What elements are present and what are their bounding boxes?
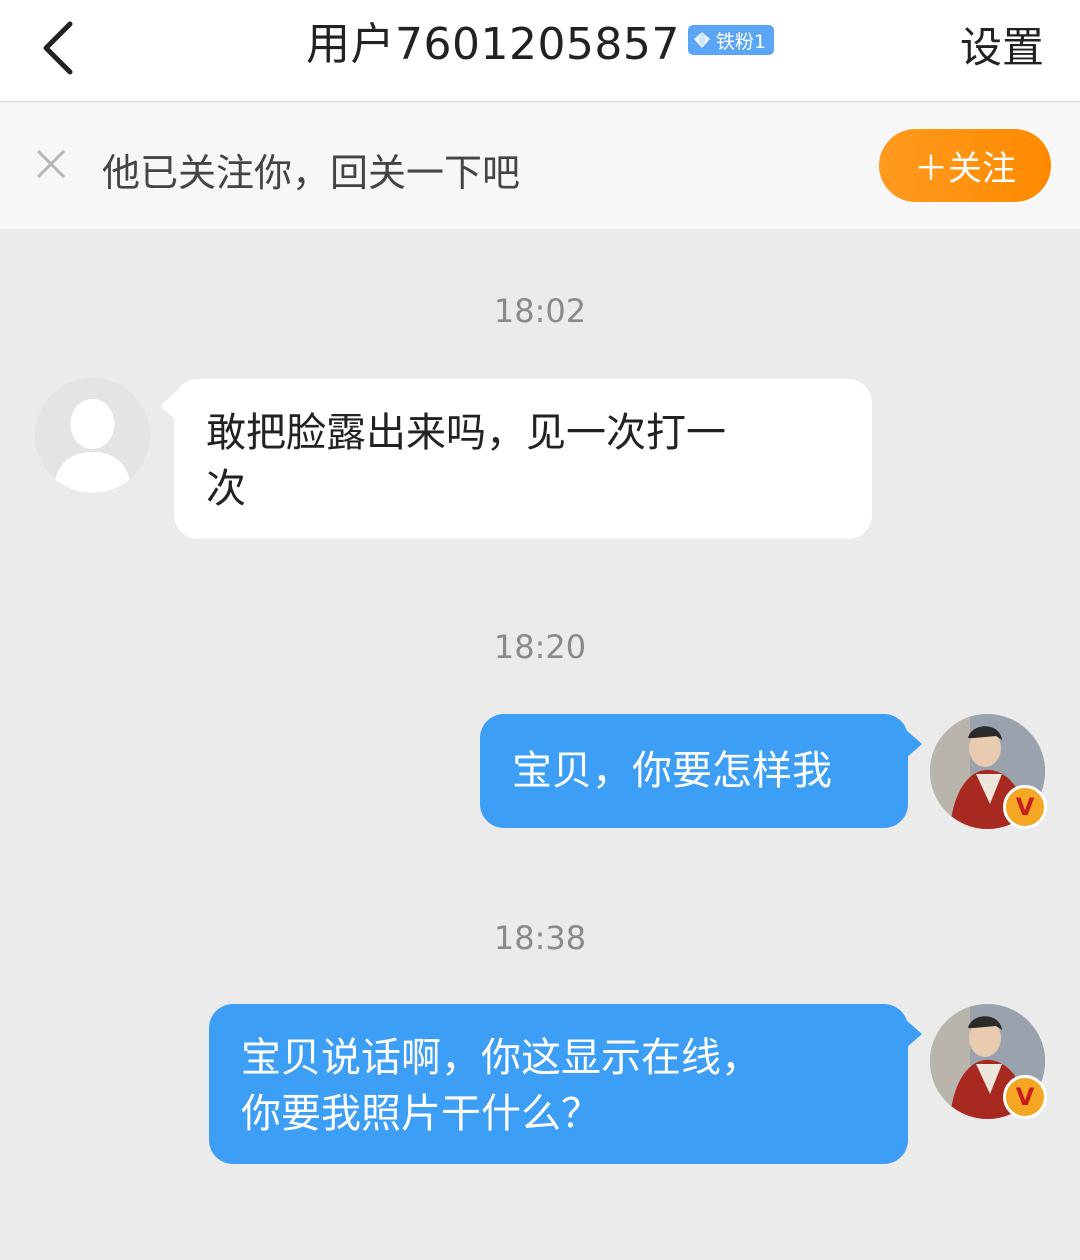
diamond-icon xyxy=(693,32,710,48)
follow-back-text: 他已关注你，回关一下吧 xyxy=(102,151,521,195)
top-nav-bar: 用户7601205857 铁粉1 设置 xyxy=(0,0,1080,102)
chat-title[interactable]: 用户7601205857 xyxy=(306,8,680,72)
dismiss-prompt-button[interactable] xyxy=(34,147,68,181)
message-line: 次 xyxy=(206,466,246,512)
default-avatar-icon xyxy=(35,378,150,493)
bubble-tail xyxy=(906,730,922,758)
my-avatar[interactable]: V xyxy=(930,1004,1047,1119)
follow-button[interactable]: ＋关注 xyxy=(879,129,1051,202)
message-timestamp: 18:02 xyxy=(493,292,587,330)
verified-v-icon: V xyxy=(1003,785,1047,829)
title-group: 用户7601205857 铁粉1 xyxy=(0,0,1080,80)
message-bubble-outgoing[interactable]: 宝贝说话啊，你这显示在线， 你要我照片干什么？ xyxy=(209,1004,908,1164)
message-line: 宝贝，你要怎样我 xyxy=(512,748,832,794)
fan-level-badge[interactable]: 铁粉1 xyxy=(687,25,775,55)
fan-badge-label: 铁粉1 xyxy=(715,30,767,53)
message-line: 宝贝说话啊，你这显示在线， xyxy=(241,1035,761,1081)
verified-v-icon: V xyxy=(1003,1075,1047,1119)
message-line: 敢把脸露出来吗，见一次打一 xyxy=(206,410,726,456)
settings-button[interactable]: 设置 xyxy=(960,14,1044,75)
my-avatar[interactable]: V xyxy=(930,714,1047,829)
close-icon xyxy=(36,149,66,179)
message-line: 你要我照片干什么？ xyxy=(241,1091,601,1137)
message-bubble-outgoing[interactable]: 宝贝，你要怎样我 xyxy=(480,714,908,828)
message-timestamp: 18:38 xyxy=(493,919,587,957)
message-bubble-incoming[interactable]: 敢把脸露出来吗，见一次打一 次 xyxy=(174,379,872,539)
message-timestamp: 18:20 xyxy=(493,628,587,666)
sender-avatar[interactable] xyxy=(35,378,150,493)
bubble-tail xyxy=(906,1020,922,1048)
